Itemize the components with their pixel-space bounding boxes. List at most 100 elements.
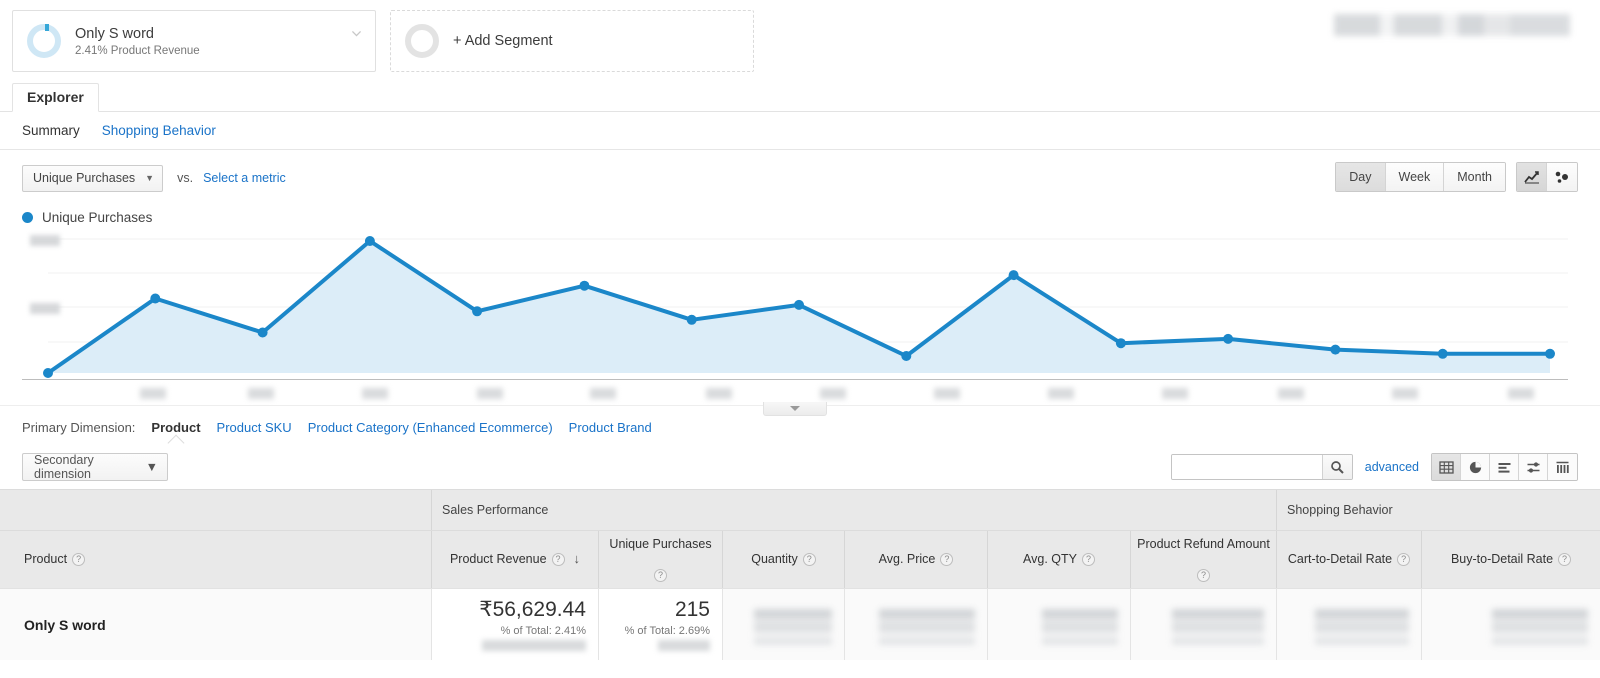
help-icon[interactable]: ?	[72, 553, 86, 566]
chart-data-point[interactable]	[150, 293, 161, 304]
vs-label: vs.	[177, 171, 194, 185]
cell-product[interactable]: Only S word	[0, 589, 432, 660]
help-icon[interactable]: ?	[1397, 553, 1411, 566]
col-unique-purchases[interactable]: Unique Purchases ?	[599, 531, 723, 588]
chevron-down-icon: ▼	[145, 460, 158, 474]
primary-dimension-product-brand[interactable]: Product Brand	[569, 420, 652, 435]
pivot-view-icon[interactable]	[1548, 454, 1577, 480]
line-chart-icon[interactable]	[1517, 163, 1547, 191]
chart-data-point[interactable]	[1008, 270, 1019, 281]
chart-data-point[interactable]	[257, 327, 268, 338]
chart-svg[interactable]	[22, 231, 1568, 379]
col-buy-to-detail-rate[interactable]: Buy-to-Detail Rate ?	[1422, 531, 1600, 588]
collapse-chart-button[interactable]	[763, 402, 827, 416]
granularity-day[interactable]: Day	[1336, 163, 1386, 191]
segment-card-primary[interactable]: Only S word 2.41% Product Revenue	[12, 10, 376, 72]
chart-data-point[interactable]	[1437, 348, 1448, 359]
tab-explorer[interactable]: Explorer	[12, 83, 99, 112]
pie-chart-view-icon[interactable]	[1461, 454, 1490, 480]
x-tick	[1508, 388, 1534, 399]
chart-type-group	[1516, 162, 1578, 192]
bar-chart-view-icon[interactable]	[1490, 454, 1519, 480]
redacted-value	[1315, 604, 1409, 645]
col-product-revenue[interactable]: Product Revenue ? ↓	[432, 531, 599, 588]
col-cart-to-detail-rate[interactable]: Cart-to-Detail Rate ?	[1277, 531, 1422, 588]
add-segment-donut-icon	[405, 24, 439, 58]
table-row[interactable]: Only S word ₹56,629.44 % of Total: 2.41%…	[0, 588, 1600, 660]
help-icon[interactable]: ?	[802, 553, 816, 566]
table-view-icon[interactable]	[1432, 454, 1461, 480]
chart-data-point[interactable]	[579, 280, 590, 291]
add-segment-card[interactable]: + Add Segment	[390, 10, 754, 72]
chart-data-point[interactable]	[43, 368, 53, 378]
help-icon[interactable]: ?	[1081, 553, 1095, 566]
redacted-value	[1042, 604, 1118, 645]
help-icon[interactable]: ?	[1197, 569, 1210, 583]
redacted-value	[754, 604, 832, 645]
report-table: Sales Performance Shopping Behavior Prod…	[0, 489, 1600, 660]
help-icon[interactable]: ?	[654, 569, 667, 583]
primary-dimension-product-category[interactable]: Product Category (Enhanced Ecommerce)	[308, 420, 553, 435]
redacted-account-info	[1334, 14, 1574, 36]
metric-select[interactable]: Unique Purchases ▼	[22, 164, 164, 192]
group-shopping-behavior: Shopping Behavior	[1287, 503, 1393, 517]
tab-strip: Explorer	[0, 83, 1600, 112]
analytics-page: Only S word 2.41% Product Revenue + Add …	[0, 0, 1600, 678]
col-quantity[interactable]: Quantity ?	[723, 531, 845, 588]
chart-data-point[interactable]	[472, 306, 483, 317]
chart-data-point[interactable]	[1545, 348, 1555, 359]
x-tick	[1392, 388, 1418, 399]
table-group-header-row: Sales Performance Shopping Behavior	[0, 490, 1600, 530]
col-avg-qty[interactable]: Avg. QTY ?	[988, 531, 1131, 588]
legend-color-swatch	[22, 212, 33, 223]
chart-data-point[interactable]	[1115, 338, 1126, 349]
primary-dimension-product[interactable]: Product	[151, 420, 200, 435]
sort-desc-icon[interactable]: ↓	[574, 551, 581, 567]
search-input[interactable]	[1171, 455, 1322, 479]
chart-data-point[interactable]	[794, 299, 804, 310]
col-product-refund-amount[interactable]: Product Refund Amount ?	[1131, 531, 1277, 588]
view-type-group	[1431, 453, 1578, 481]
x-tick	[1162, 388, 1188, 399]
chart-data-point[interactable]	[686, 314, 697, 325]
redacted-value	[1492, 604, 1588, 645]
x-tick	[1048, 388, 1074, 399]
help-icon[interactable]: ?	[1558, 553, 1572, 566]
chevron-down-icon[interactable]	[350, 27, 363, 40]
cell-product-revenue-total-redacted	[482, 639, 586, 651]
granularity-month[interactable]: Month	[1444, 163, 1505, 191]
cell-quantity	[723, 589, 845, 660]
comparison-view-icon[interactable]	[1519, 454, 1548, 480]
col-avg-price-label: Avg. Price	[878, 551, 936, 566]
chart-data-point[interactable]	[1330, 344, 1341, 355]
subnav-shopping-behavior[interactable]: Shopping Behavior	[102, 123, 216, 138]
chart-data-point[interactable]	[901, 351, 912, 361]
help-icon[interactable]: ?	[940, 553, 954, 566]
primary-dimension-label: Primary Dimension:	[22, 420, 136, 435]
x-tick	[1278, 388, 1304, 399]
chart-data-point[interactable]	[1223, 333, 1234, 344]
cell-unique-purchases-pct: % of Total: 2.69%	[624, 624, 710, 637]
col-product[interactable]: Product ?	[0, 531, 432, 588]
cell-unique-purchases-total-redacted	[658, 639, 710, 651]
secondary-dimension-select[interactable]: Secondary dimension ▼	[22, 453, 168, 481]
x-tick	[248, 388, 274, 399]
advanced-link[interactable]: advanced	[1365, 460, 1419, 474]
group-blank	[0, 490, 432, 530]
motion-chart-icon[interactable]	[1547, 163, 1577, 191]
table-toolbar-right: advanced	[1170, 453, 1578, 481]
chart-area: Unique Purchases	[0, 206, 1600, 416]
col-avg-price[interactable]: Avg. Price ?	[845, 531, 988, 588]
primary-dimension-product-sku[interactable]: Product SKU	[217, 420, 292, 435]
chart-data-point[interactable]	[364, 236, 375, 246]
search-icon[interactable]	[1321, 455, 1352, 479]
x-tick	[706, 388, 732, 399]
legend-label: Unique Purchases	[42, 210, 153, 225]
subnav-summary[interactable]: Summary	[22, 123, 80, 138]
select-a-metric-link[interactable]: Select a metric	[203, 171, 286, 185]
cell-product-revenue-value: ₹56,629.44	[479, 598, 586, 622]
help-icon[interactable]: ?	[551, 553, 565, 566]
search-box	[1170, 454, 1353, 480]
granularity-week[interactable]: Week	[1385, 163, 1445, 191]
segment-text: Only S word 2.41% Product Revenue	[75, 25, 200, 57]
